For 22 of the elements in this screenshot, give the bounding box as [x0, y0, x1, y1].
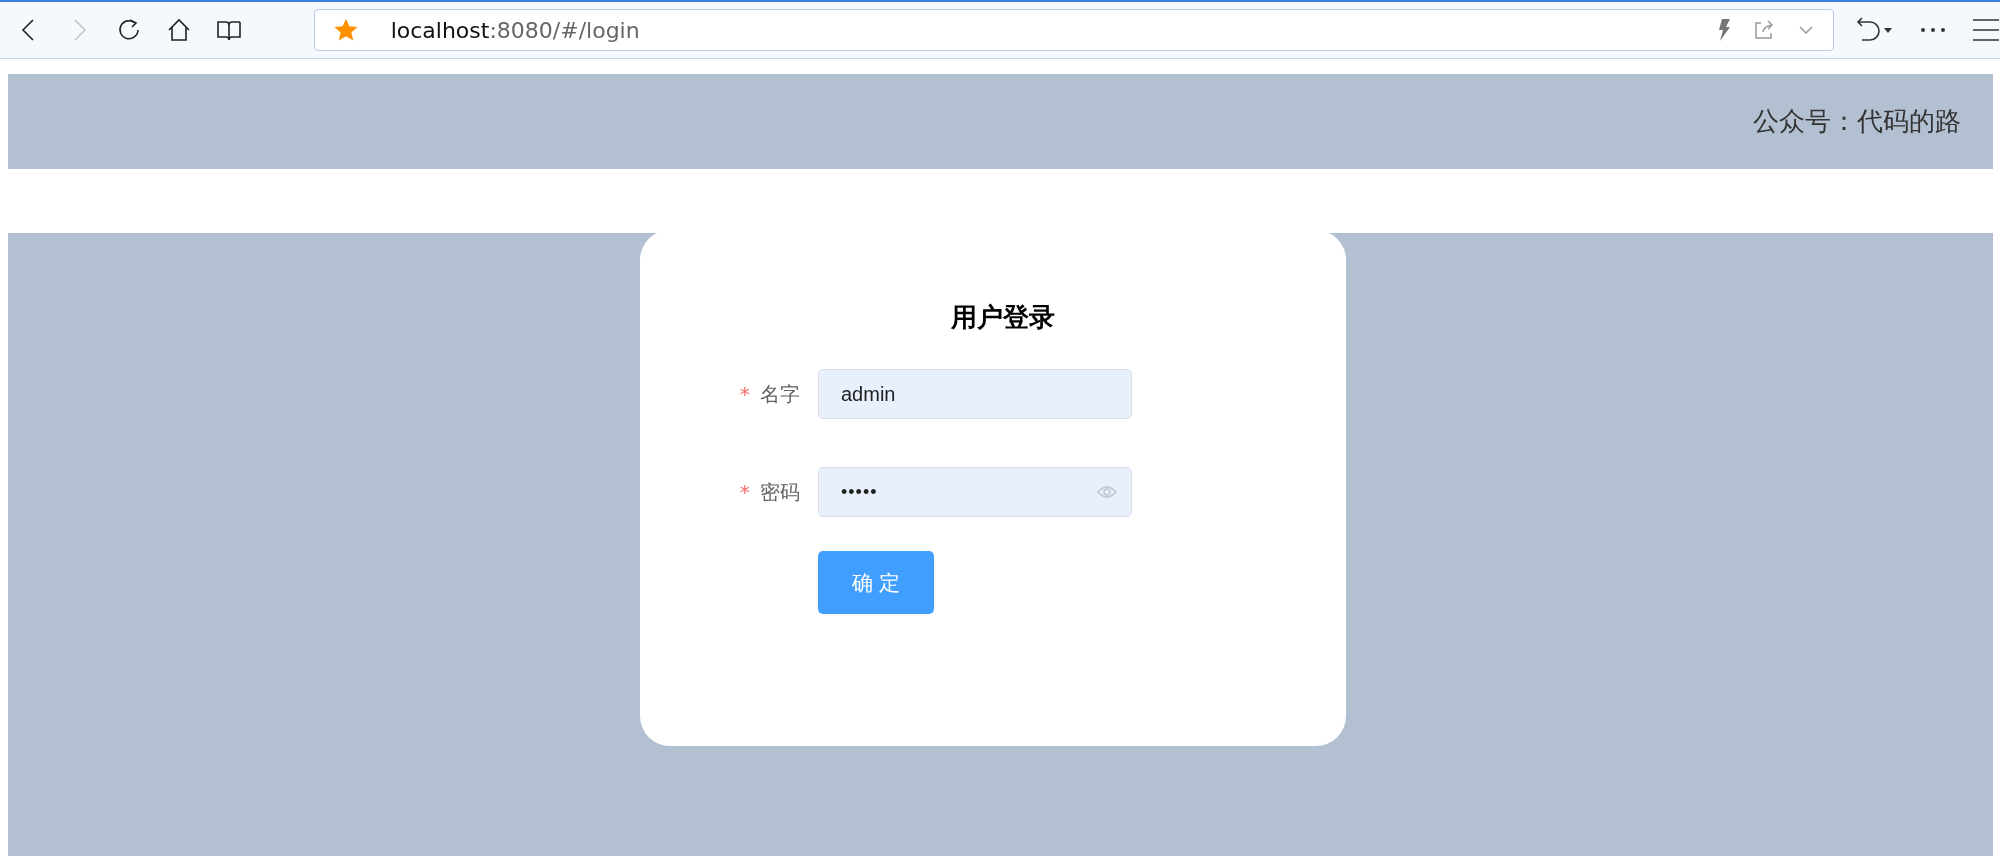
masked-password: •••••: [841, 481, 879, 503]
name-field[interactable]: admin: [818, 369, 1132, 419]
field-value: admin: [841, 382, 897, 406]
field-label: 名字: [760, 381, 800, 406]
required-mark: *: [739, 479, 750, 504]
password-field[interactable]: •••••: [818, 467, 1132, 517]
required-mark: *: [739, 381, 750, 406]
more-icon[interactable]: [1920, 27, 1946, 33]
lightning-icon[interactable]: [1717, 19, 1731, 41]
home-icon[interactable]: [166, 17, 192, 43]
menu-icon[interactable]: [1972, 18, 2000, 42]
reload-icon[interactable]: [116, 17, 142, 43]
chevron-down-icon[interactable]: [1797, 24, 1815, 36]
address-bar[interactable]: localhost:8080/#/login: [313, 9, 1834, 51]
header-text: 公众号：代码的路: [1753, 105, 1961, 138]
url-host: localhost: [390, 17, 490, 43]
login-title: 用户登录: [950, 301, 1056, 334]
undo-icon[interactable]: [1854, 16, 1894, 44]
field-label: 密码: [760, 479, 800, 504]
url-path: :8080/#/login: [489, 17, 640, 43]
share-icon[interactable]: [1753, 19, 1775, 41]
star-icon[interactable]: [332, 17, 359, 43]
